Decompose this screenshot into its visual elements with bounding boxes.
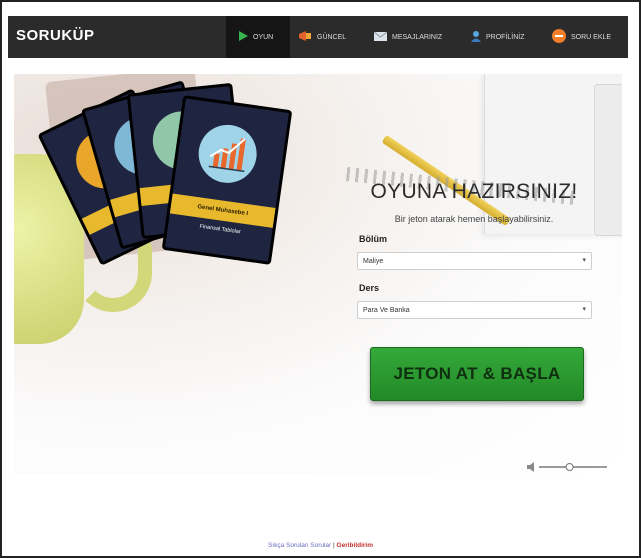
volume-knob[interactable] xyxy=(565,463,574,471)
nav-item-mesajlariniz[interactable]: MESAJLARINIZ xyxy=(373,16,443,58)
nav-item-profiliniz[interactable]: PROFİLİNİZ xyxy=(471,16,525,58)
game-hero: Genel Muhasebe I Finansal Tablolar xyxy=(14,74,622,474)
game-subtitle: Bir jeton atarak hemen başlayabilirsiniz… xyxy=(394,214,554,224)
play-icon xyxy=(238,31,248,43)
feedback-link[interactable]: Geribildirim xyxy=(337,542,373,549)
footer-separator: | xyxy=(333,542,335,549)
nav-item-label: SORU EKLE xyxy=(571,33,612,41)
volume-control[interactable] xyxy=(527,460,612,474)
nav-item-soru-ekle[interactable]: SORU EKLE xyxy=(552,16,611,58)
section-select[interactable]: Maliye ▾ xyxy=(357,252,592,270)
course-select[interactable]: Para Ve Banka ▾ xyxy=(357,301,592,319)
course-label: Ders xyxy=(359,283,380,293)
nav-item-label: OYUN xyxy=(253,33,274,41)
speaker-icon xyxy=(527,462,534,472)
footer: Sıkça Sorulan Sorular | Geribildirim xyxy=(2,542,639,549)
chart-icon xyxy=(194,121,261,187)
nav-item-guncel[interactable]: GÜNCEL xyxy=(298,16,346,58)
game-title: OYUNA HAZIRSINIZ! xyxy=(370,180,578,203)
nav-item-label: GÜNCEL xyxy=(317,33,347,41)
user-icon xyxy=(471,30,481,44)
faq-link[interactable]: Sıkça Sorulan Sorular xyxy=(268,542,331,549)
card-title: Genel Muhasebe I xyxy=(197,204,249,218)
nav-item-oyun[interactable]: OYUN xyxy=(226,16,290,58)
nav-item-label: MESAJLARINIZ xyxy=(392,33,443,41)
paper-illustration xyxy=(594,84,622,236)
app-logo[interactable]: SORUKÜP xyxy=(16,27,95,44)
section-label: Bölüm xyxy=(359,234,387,244)
page-frame: SORUKÜP OYUN GÜNCEL MESAJLARINIZ PROFİLİ… xyxy=(0,0,641,558)
select-arrow-icon: ▾ xyxy=(582,306,586,313)
add-question-icon xyxy=(552,29,566,45)
megaphone-icon xyxy=(298,31,312,43)
nav-item-label: PROFİLİNİZ xyxy=(486,33,525,41)
section-select-value: Maliye xyxy=(363,257,384,265)
course-select-value: Para Ve Banka xyxy=(363,306,410,314)
question-card-front: Genel Muhasebe I Finansal Tablolar xyxy=(161,95,293,265)
start-game-button[interactable]: JETON AT & BAŞLA xyxy=(370,347,584,401)
top-navbar: SORUKÜP OYUN GÜNCEL MESAJLARINIZ PROFİLİ… xyxy=(8,16,628,58)
envelope-icon xyxy=(373,31,388,43)
select-arrow-icon: ▾ xyxy=(582,257,586,264)
